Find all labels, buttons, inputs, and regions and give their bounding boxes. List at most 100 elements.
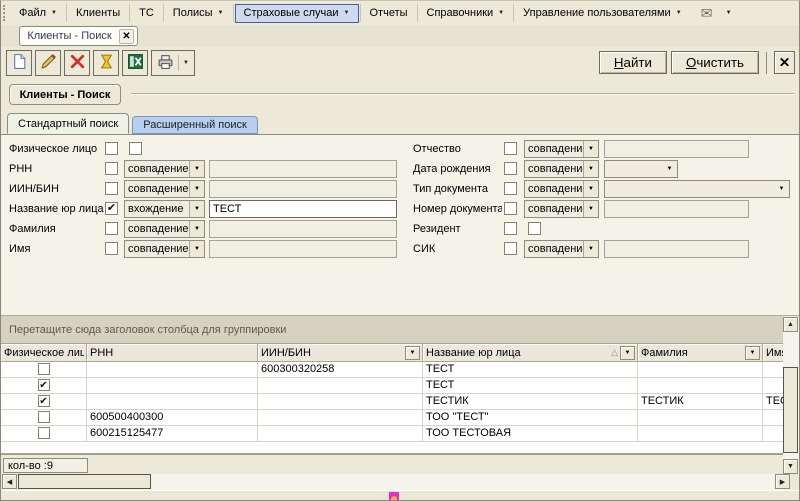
table-row[interactable]: ТЕСТ [1,378,783,394]
horizontal-scroll-thumb[interactable] [18,474,151,489]
grid-cell[interactable] [87,362,258,378]
menu-item-4[interactable]: Страховые случаи▼ [235,4,359,23]
filter-dropdown-icon[interactable]: ▼ [620,346,635,360]
field-enable-checkbox[interactable] [504,242,517,255]
grid-cell[interactable]: ТЕСТ [423,378,638,394]
section-divider [131,93,794,95]
field-enable-checkbox[interactable] [504,162,517,175]
column-header-1[interactable]: РНН [87,344,258,362]
grid-cell[interactable]: ТОО "ТЕСТ" [423,410,638,426]
grid-cell[interactable]: ТЕСТ [423,362,638,378]
vertical-scroll-thumb[interactable] [783,367,798,453]
grid-checkbox-cell[interactable] [1,362,87,378]
grid-cell[interactable]: ТЕСТ [763,394,783,410]
grid-cell[interactable] [638,362,763,378]
table-row[interactable]: 600215125477 ТОО ТЕСТОВАЯ [1,426,783,442]
field-enable-checkbox[interactable] [504,142,517,155]
field-value-input [604,240,749,258]
menu-item-label: Полисы [173,7,213,19]
grid-cell[interactable] [638,410,763,426]
grid-cell[interactable]: ТЕСТИК [423,394,638,410]
mail-dropdown-arrow-icon[interactable]: ▼ [720,10,738,16]
hourglass-button[interactable] [93,50,119,76]
grid-cell[interactable]: 600500400300 [87,410,258,426]
menu-item-0[interactable]: Файл▼ [11,4,65,23]
close-panel-button[interactable]: ✕ [774,51,795,74]
scroll-up-icon[interactable]: ▲ [783,317,798,332]
column-header-3[interactable]: Название юр лица△▼ [423,344,638,362]
search-tab-1[interactable]: Расширенный поиск [132,116,258,134]
grid-checkbox-cell[interactable] [1,378,87,394]
envelope-icon[interactable]: ✉ [694,4,720,23]
grid-cell[interactable] [763,426,783,442]
menu-item-label: ТС [139,7,154,19]
chevron-down-icon: ▼ [774,181,789,197]
field-enable-checkbox[interactable] [504,202,517,215]
field-label: Номер документа [413,203,502,215]
field-value-checkbox[interactable] [528,222,541,235]
row-checkbox[interactable] [38,427,50,439]
delete-cross-button[interactable] [64,50,90,76]
menu-item-1[interactable]: Клиенты [68,4,128,23]
column-header-4[interactable]: Фамилия▼ [638,344,763,362]
grid-cell[interactable] [763,410,783,426]
row-checkbox[interactable] [38,363,50,375]
clear-button[interactable]: Очистить [671,51,759,74]
find-button[interactable]: Найти [599,51,667,74]
scroll-right-icon[interactable]: ▶ [775,474,790,489]
operator-value: совпадение [525,181,583,197]
grid-cell[interactable] [258,426,423,442]
grid-cell[interactable] [763,362,783,378]
operator-value: совпадение [525,201,583,217]
menu-item-7[interactable]: Управление пользователями▼ [515,4,690,23]
grid-checkbox-cell[interactable] [1,394,87,410]
new-document-button[interactable] [6,50,32,76]
grid-cell[interactable] [638,378,763,394]
vertical-scrollbar[interactable]: ▲ ▼ [783,317,799,474]
close-icon[interactable]: ✕ [119,29,134,44]
grid-cell[interactable] [258,378,423,394]
dropdown-arrow-icon: ▼ [218,10,224,16]
grid-cell[interactable]: ТОО ТЕСТОВАЯ [423,426,638,442]
column-header-2[interactable]: ИИН/БИН▼ [258,344,423,362]
grid-cell[interactable] [258,394,423,410]
grid-cell[interactable] [87,394,258,410]
row-checkbox[interactable] [38,379,50,391]
grid-checkbox-cell[interactable] [1,426,87,442]
excel-export-button[interactable] [122,50,148,76]
grid-cell[interactable]: ТЕСТИК [638,394,763,410]
group-by-panel[interactable]: Перетащите сюда заголовок столбца для гр… [1,316,783,344]
grid-cell[interactable] [638,426,763,442]
row-checkbox[interactable] [38,395,50,407]
menu-item-3[interactable]: Полисы ▼ [165,4,232,23]
search-tab-0[interactable]: Стандартный поиск [7,113,129,134]
field-enable-checkbox[interactable] [504,222,517,235]
grid-checkbox-cell[interactable] [1,410,87,426]
menu-item-2[interactable]: ТС [131,4,162,23]
filter-dropdown-icon[interactable]: ▼ [745,346,760,360]
doc-tab-clients-search[interactable]: Клиенты - Поиск ✕ [19,26,138,46]
row-checkbox[interactable] [38,411,50,423]
grid-cell[interactable]: 600215125477 [87,426,258,442]
grid-cell[interactable] [258,410,423,426]
menu-item-label: Страховые случаи [244,7,339,19]
filter-dropdown-icon[interactable]: ▼ [405,346,420,360]
grid-cell[interactable] [763,378,783,394]
field-enable-checkbox[interactable] [504,182,517,195]
column-header-0[interactable]: Физическое лицо [1,344,87,362]
print-button[interactable]: ▼ [151,50,195,76]
edit-pencil-button[interactable] [35,50,61,76]
menu-item-5[interactable]: Отчеты [362,4,416,23]
grid-cell[interactable]: 600300320258 [258,362,423,378]
horizontal-scrollbar[interactable]: ◀ ▶ [2,474,790,490]
menu-item-6[interactable]: Справочники▼ [419,4,513,23]
column-header-5[interactable]: Имя [763,344,783,362]
scroll-down-icon[interactable]: ▼ [783,459,798,474]
scroll-left-icon[interactable]: ◀ [2,474,17,489]
print-dropdown-arrow-icon[interactable]: ▼ [178,55,189,71]
doc-tab-label: Клиенты - Поиск [20,30,119,42]
table-row[interactable]: 600300320258ТЕСТ [1,362,783,378]
table-row[interactable]: 600500400300 ТОО "ТЕСТ" [1,410,783,426]
table-row[interactable]: ТЕСТИКТЕСТИКТЕСТ [1,394,783,410]
grid-cell[interactable] [87,378,258,394]
